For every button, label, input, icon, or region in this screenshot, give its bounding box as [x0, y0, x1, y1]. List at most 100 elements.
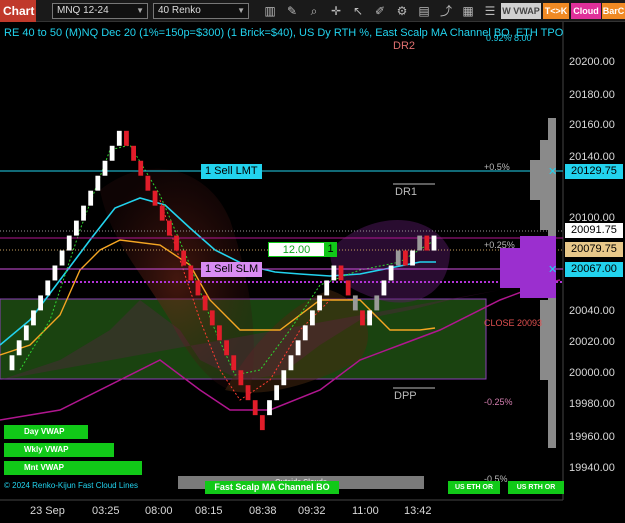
renko-brick — [38, 295, 44, 311]
renko-brick — [116, 130, 122, 146]
fast-scalp-button[interactable]: Fast Scalp MA Channel BO — [205, 481, 339, 494]
day-vwap-button[interactable]: Day VWAP — [4, 425, 88, 439]
renko-brick — [417, 235, 423, 251]
cancel-slm-icon[interactable]: ✕ — [548, 263, 557, 276]
renko-brick — [388, 265, 394, 281]
last-price-tag: 20091.75 — [565, 223, 623, 238]
renko-brick — [181, 250, 187, 266]
renko-brick — [159, 205, 165, 221]
y-tick: 20000.00 — [569, 367, 615, 379]
sell-slm-order[interactable]: 1 Sell SLM — [201, 262, 263, 277]
renko-brick — [352, 295, 358, 311]
close-price-tag: 20079.75 — [565, 242, 623, 257]
x-tick: 23 Sep — [30, 505, 65, 517]
renko-brick — [52, 265, 58, 281]
renko-brick — [166, 220, 172, 236]
y-tick: 20200.00 — [569, 56, 615, 68]
y-tick: 19940.00 — [569, 462, 615, 474]
renko-brick — [152, 190, 158, 206]
x-tick: 11:00 — [352, 505, 379, 517]
renko-brick — [245, 385, 251, 401]
y-tick: 20180.00 — [569, 89, 615, 101]
us-eth-or-button[interactable]: US ETH OR — [448, 481, 500, 494]
renko-brick — [381, 280, 387, 296]
mnt-vwap-button[interactable]: Mnt VWAP — [4, 461, 142, 475]
dr1-label: DR1 — [395, 186, 418, 198]
x-tick: 08:38 — [249, 505, 277, 517]
renko-brick — [402, 250, 408, 266]
renko-brick — [252, 400, 258, 416]
y-tick: 20160.00 — [569, 119, 615, 131]
renko-brick — [31, 310, 36, 326]
renko-brick — [131, 145, 136, 161]
renko-brick — [45, 280, 51, 296]
pct-m025-label: -0.25% — [484, 397, 513, 407]
sell-lmt-order[interactable]: 1 Sell LMT — [201, 164, 262, 179]
renko-brick — [16, 340, 22, 356]
renko-brick — [202, 295, 208, 311]
pct-05-label: +0.5% — [484, 162, 510, 172]
renko-brick — [109, 145, 115, 161]
x-tick: 13:42 — [404, 505, 432, 517]
renko-brick — [295, 340, 301, 356]
renko-brick — [288, 355, 294, 371]
renko-brick — [188, 265, 194, 281]
sell-lmt-price-tag: 20129.75 — [565, 164, 623, 179]
renko-brick — [317, 295, 322, 311]
renko-brick — [95, 175, 101, 191]
quantity-badge[interactable]: 1 — [324, 242, 337, 257]
renko-brick — [238, 370, 244, 386]
y-tick: 19980.00 — [569, 398, 615, 410]
renko-brick — [267, 400, 272, 416]
renko-brick — [310, 310, 315, 326]
pct-025-label: +0.25% — [484, 240, 515, 250]
chart-title: RE 40 to 50 (M)NQ Dec 20 (1%=150p=$300) … — [4, 27, 564, 39]
quantity-field[interactable]: 12.00 — [268, 242, 325, 257]
renko-brick — [81, 205, 86, 221]
renko-brick — [195, 280, 201, 296]
renko-brick — [360, 310, 365, 326]
renko-brick — [302, 325, 308, 341]
renko-brick — [274, 385, 280, 401]
renko-brick — [73, 220, 79, 236]
x-tick: 09:32 — [298, 505, 326, 517]
y-tick: 20040.00 — [569, 305, 615, 317]
slm-price-tag: 20067.00 — [565, 262, 623, 277]
renko-brick — [259, 415, 265, 431]
renko-brick — [231, 355, 237, 371]
x-tick: 08:00 — [145, 505, 173, 517]
renko-brick — [424, 235, 430, 251]
x-tick: 08:15 — [195, 505, 223, 517]
x-tick: 03:25 — [92, 505, 120, 517]
renko-brick — [410, 250, 415, 266]
renko-brick — [102, 160, 108, 176]
renko-brick — [324, 280, 330, 296]
renko-brick — [138, 160, 144, 176]
renko-brick — [224, 340, 229, 356]
cancel-lmt-icon[interactable]: ✕ — [548, 165, 557, 178]
renko-brick — [338, 265, 344, 281]
renko-brick — [124, 130, 129, 146]
renko-brick — [217, 325, 222, 341]
pct-top-label: 0.92% 8.00 — [486, 33, 532, 43]
wkly-vwap-button[interactable]: Wkly VWAP — [4, 443, 114, 457]
renko-brick — [145, 175, 151, 191]
renko-brick — [331, 265, 337, 281]
y-tick: 20020.00 — [569, 336, 615, 348]
dpp-label: DPP — [394, 390, 417, 402]
y-tick: 20140.00 — [569, 151, 615, 163]
renko-brick — [9, 355, 15, 371]
us-rth-or-button[interactable]: US RTH OR — [508, 481, 564, 494]
renko-brick — [174, 235, 179, 251]
renko-brick — [281, 370, 287, 386]
renko-brick — [345, 280, 351, 296]
renko-brick — [66, 235, 72, 251]
renko-brick — [367, 310, 373, 326]
close-label: CLOSE 20093 — [484, 318, 543, 328]
renko-brick — [23, 325, 29, 341]
copyright-label: © 2024 Renko-Kijun Fast Cloud Lines — [4, 481, 138, 490]
renko-brick — [431, 235, 437, 251]
dr2-label: DR2 — [393, 40, 416, 52]
renko-brick — [209, 310, 215, 326]
renko-brick — [59, 250, 65, 266]
